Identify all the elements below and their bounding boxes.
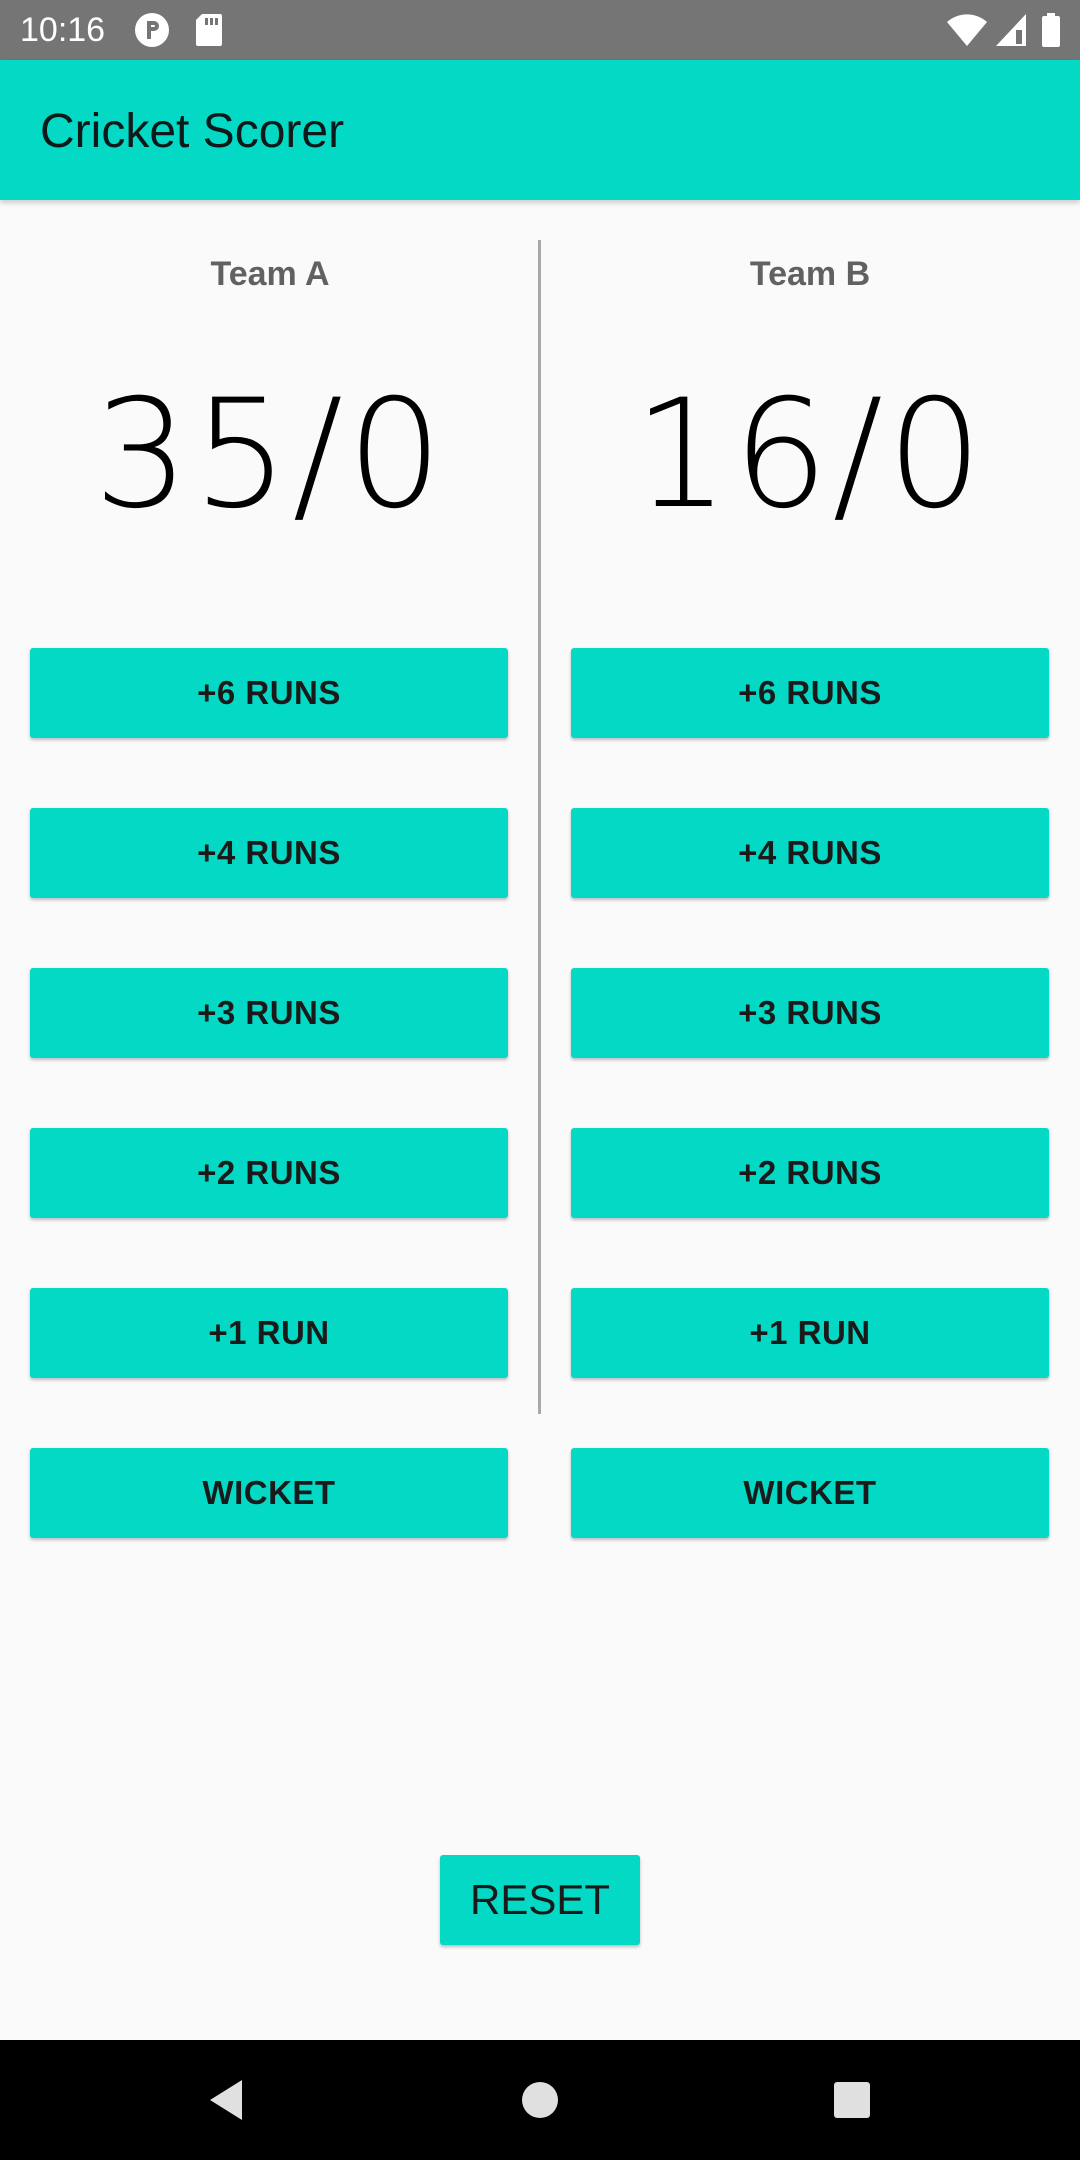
notification-p-icon [134,12,170,48]
status-bar: 10:16 [0,0,1080,60]
battery-icon [1040,12,1062,48]
home-icon[interactable] [510,2070,570,2130]
sd-card-icon [194,12,230,48]
team-a-add-2-runs-button[interactable]: +2 RUNS [30,1128,508,1218]
app-title: Cricket Scorer [40,105,345,158]
team-b-name: Team B [749,255,871,293]
team-b-wicket-button[interactable]: WICKET [571,1448,1049,1538]
team-a-score: 35/0 [93,368,447,542]
team-divider [538,240,541,1414]
navigation-bar [0,2040,1080,2160]
team-b-add-6-runs-button[interactable]: +6 RUNS [571,648,1049,738]
team-b-add-1-run-button[interactable]: +1 RUN [571,1288,1049,1378]
wifi-icon [946,12,988,48]
reset-button[interactable]: RESET [440,1855,640,1945]
team-a-add-4-runs-button[interactable]: +4 RUNS [30,808,508,898]
team-a-add-1-run-button[interactable]: +1 RUN [30,1288,508,1378]
screen: 10:16 Cricket Scorer Team A 35/0 +6 RUNS… [0,0,1080,2160]
team-a-add-6-runs-button[interactable]: +6 RUNS [30,648,508,738]
recents-icon[interactable] [822,2070,882,2130]
team-b-add-4-runs-button[interactable]: +4 RUNS [571,808,1049,898]
team-b-score: 16/0 [633,368,987,542]
team-a-add-3-runs-button[interactable]: +3 RUNS [30,968,508,1058]
team-a-name: Team A [210,255,330,293]
app-bar: Cricket Scorer [0,60,1080,200]
team-b-add-3-runs-button[interactable]: +3 RUNS [571,968,1049,1058]
team-a-wicket-button[interactable]: WICKET [30,1448,508,1538]
back-icon[interactable] [196,2070,256,2130]
team-b-add-2-runs-button[interactable]: +2 RUNS [571,1128,1049,1218]
signal-icon [994,12,1030,48]
status-time: 10:16 [20,11,106,49]
